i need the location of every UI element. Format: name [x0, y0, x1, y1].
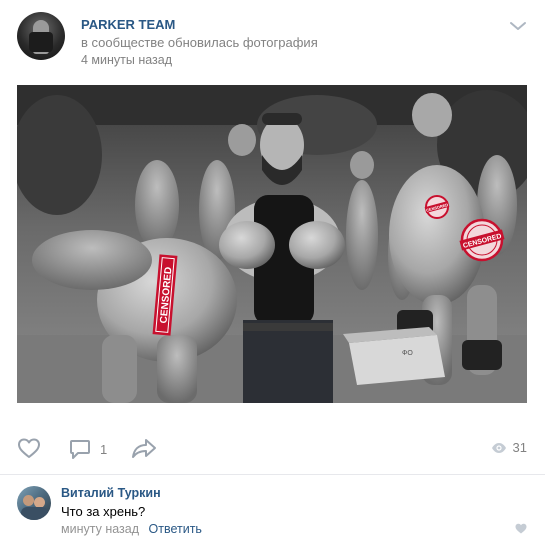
comment-meta: минуту назад Ответить: [61, 522, 202, 536]
commenter-avatar[interactable]: [17, 486, 51, 520]
comment-text: Что за хрень?: [61, 504, 146, 519]
views-counter: 31: [491, 440, 527, 455]
community-avatar[interactable]: [17, 12, 65, 60]
eye-icon: [491, 442, 506, 453]
box-label: ФО: [402, 350, 413, 357]
like-button[interactable]: [17, 437, 41, 459]
comment-icon: [70, 440, 90, 459]
comment-author[interactable]: Виталий Туркин: [61, 486, 161, 500]
heart-icon: [18, 438, 40, 458]
comment-time[interactable]: минуту назад: [61, 522, 139, 536]
avatar-body: [21, 507, 48, 520]
post-actions: 1 31: [0, 425, 545, 471]
avatar-figure-shirt: [29, 32, 53, 52]
share-arrow-icon: [132, 439, 156, 458]
post-subtitle: в сообществе обновилась фотография: [81, 35, 318, 50]
post-photo[interactable]: ФО CENSORED CENSORED CENSORED: [17, 85, 527, 403]
chevron-down-icon[interactable]: [508, 18, 528, 34]
post-header: PARKER TEAM в сообществе обновилась фото…: [0, 0, 545, 80]
post-time[interactable]: 4 минуты назад: [81, 53, 172, 67]
censored-stamp-round: CENSORED: [459, 218, 505, 262]
comment-count: 1: [100, 441, 108, 457]
comment-item: Виталий Туркин Что за хрень? минуту наза…: [0, 475, 545, 545]
share-button[interactable]: [131, 437, 157, 459]
reply-button[interactable]: Ответить: [149, 522, 202, 536]
photo-image: ФО CENSORED CENSORED CENSORED: [17, 85, 527, 403]
views-count: 31: [512, 440, 527, 455]
post-author[interactable]: PARKER TEAM: [81, 17, 175, 32]
censored-stamp-small: CENSORED: [424, 195, 450, 219]
comment-button[interactable]: 1: [68, 437, 107, 461]
avatar-face-1: [23, 495, 34, 506]
comment-heart-icon[interactable]: [515, 523, 527, 534]
